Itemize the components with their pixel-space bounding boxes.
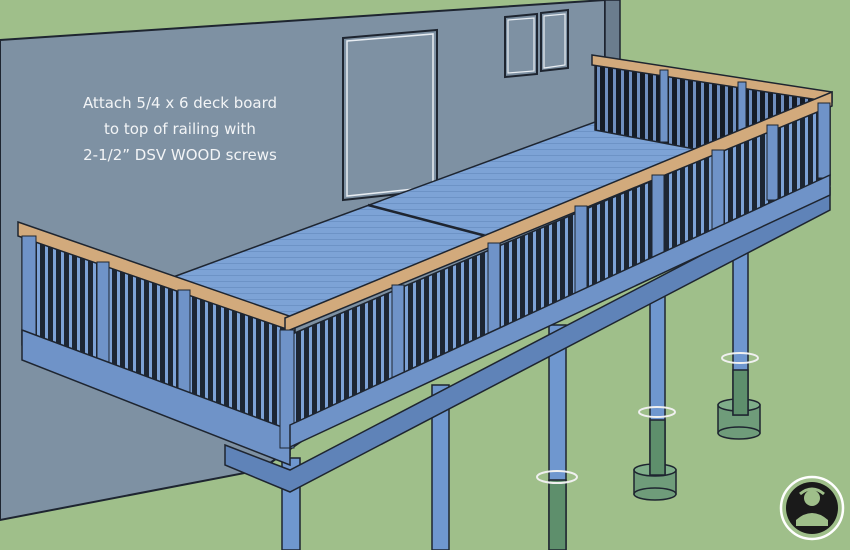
house-window-left (504, 12, 538, 79)
woodworker-badge-icon (779, 475, 845, 541)
house-door (342, 28, 438, 202)
caption-line-2: to top of railing with (104, 120, 256, 138)
caption-line-1: Attach 5/4 x 6 deck board (82, 94, 278, 112)
house-window-right (540, 8, 569, 73)
instruction-caption: Attach 5/4 x 6 deck board to top of rail… (40, 90, 320, 168)
deck-drawing (0, 0, 850, 550)
deck-illustration: Attach 5/4 x 6 deck board to top of rail… (0, 0, 850, 550)
caption-line-3: 2-1/2” DSV WOOD screws (83, 146, 277, 164)
